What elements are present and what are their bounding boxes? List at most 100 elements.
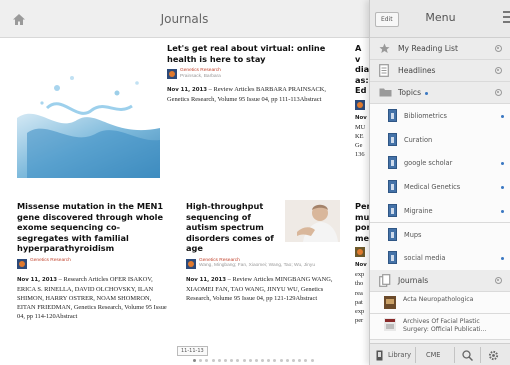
topics-label: Topics [398,88,422,97]
menu-item-label: Journals [398,276,429,285]
unread-dot [425,91,429,95]
page-dot[interactable] [292,359,295,362]
article-source: Genetics Research Wang, Mingbang; Fan, X… [186,258,346,269]
page-dot[interactable] [193,359,196,362]
article-thumbnail[interactable] [285,200,340,242]
topic-item[interactable]: social media [370,246,510,271]
page-dot[interactable] [273,359,277,362]
article-title[interactable]: High-throughput sequencing of autism spe… [186,201,280,254]
page-dot[interactable] [217,359,221,362]
page-dot[interactable] [285,359,289,362]
unread-dot [501,115,504,118]
page-dot[interactable] [279,359,283,362]
journal-cover-icon [384,318,396,331]
hamburger-icon[interactable] [503,11,510,25]
meta-fragment: Nov [355,114,367,121]
article-date: Nov 11, 2013 [167,87,208,94]
article-date: Nov 11, 2013 [17,276,58,283]
topic-item[interactable]: Bibliometrics [370,104,510,129]
article-title-fragment: Ed [355,85,367,95]
meta-fragment: exp [355,271,365,279]
unread-dot [501,257,504,261]
unread-dot [501,209,504,213]
cme-button[interactable]: CME [426,344,440,365]
settings-button[interactable] [488,344,499,365]
article-card[interactable]: Missense mutation in the MEN1 gene disco… [17,201,167,322]
expand-icon[interactable] [495,67,502,74]
topic-item[interactable]: Medical Genetics [370,175,510,200]
article-title-fragment: A v [355,43,362,64]
topic-label: Curation [404,135,433,144]
journal-name: Archives Of Facial Plastic Surgery: Offi… [403,318,487,333]
article-meta: Nov 11, 2013 – Research Articles OFER IS… [17,275,167,322]
article-title-fragment: mu [355,211,369,222]
topic-item[interactable]: google scholar [370,151,510,176]
topic-item[interactable]: Migraine [370,198,510,224]
page-dot[interactable] [310,359,314,362]
page-dot[interactable] [230,359,234,362]
library-label: Library [388,351,412,359]
search-button[interactable] [462,344,473,365]
menu-item-journals[interactable]: Journals [370,270,510,292]
journal-item[interactable]: Acta Neuropathologica [370,292,510,314]
page-dot[interactable] [267,359,271,362]
page-dot[interactable] [242,359,246,362]
article-title-fragment: dia [355,64,369,74]
page-dot[interactable] [304,359,308,362]
journals-icon [379,274,391,287]
article-source: Genetics Research Prainsack, Barbara [167,68,335,79]
page-dot[interactable] [236,359,240,362]
page-dot[interactable] [205,359,209,362]
library-button[interactable]: Library [376,344,411,365]
topic-icon [388,109,397,122]
collapse-icon[interactable] [495,89,502,96]
article-card-partial[interactable]: A v dia as: Ed Nov MU KE Ge 136 [355,43,369,161]
page-dot[interactable] [254,359,258,362]
menu-item-topics[interactable]: Topics [370,82,510,104]
page-dot[interactable] [211,359,215,362]
article-hero-image[interactable] [17,48,160,178]
topic-icon [388,132,397,146]
topic-icon [388,251,397,265]
source-name: Genetics Research [30,257,71,263]
meta-fragment: Ge [355,142,363,150]
topic-label: Mups [404,230,422,239]
topic-icon [388,156,397,170]
menu-item-headlines[interactable]: Headlines [370,60,510,82]
article-title[interactable]: Missense mutation in the MEN1 gene disco… [17,201,167,254]
menu-item-my-reading-list[interactable]: My Reading List [370,38,510,60]
article-title-fragment: me [355,232,369,243]
meta-fragment: MU [355,123,366,131]
expand-icon[interactable] [495,277,502,284]
meta-fragment: KE [355,132,364,140]
menu-title: Menu [425,11,456,24]
page-indicator[interactable] [193,359,314,362]
meta-fragment: per [355,317,364,325]
journal-icon [167,69,177,79]
topic-label: Bibliometrics [404,112,447,120]
page-title: Journals [160,12,209,26]
topic-item[interactable]: Curation [370,127,510,153]
menu-item-label: Topics [398,88,429,97]
page-dot[interactable] [261,359,265,362]
star-icon [379,43,390,53]
journal-item[interactable]: Archives Of Facial Plastic Surgery: Offi… [370,314,510,340]
article-meta-fragment: Nov MU KE Ge 136 [355,114,369,160]
library-icon [376,350,383,360]
menu-panel: Edit Menu My Reading List Headlines Topi… [369,0,510,365]
article-title-fragment: Per [355,201,369,211]
topic-item[interactable]: Mups [370,222,510,247]
article-title[interactable]: Let's get real about virtual: online hea… [167,43,335,64]
page-dot[interactable] [248,359,252,362]
expand-icon[interactable] [495,45,502,52]
page-dot[interactable] [223,359,227,362]
journal-icon [355,247,365,257]
page-date-label: 11-11-13 [177,346,208,356]
top-bar: Journals [0,0,369,38]
page-dot[interactable] [199,359,203,362]
topic-icon [388,180,397,194]
article-card-partial[interactable]: Per mu por me Nov exp tho rea pat exp pe… [355,201,369,349]
journal-icon [17,258,27,269]
page-dot[interactable] [298,359,302,362]
article-card[interactable]: Let's get real about virtual: online hea… [167,43,335,105]
